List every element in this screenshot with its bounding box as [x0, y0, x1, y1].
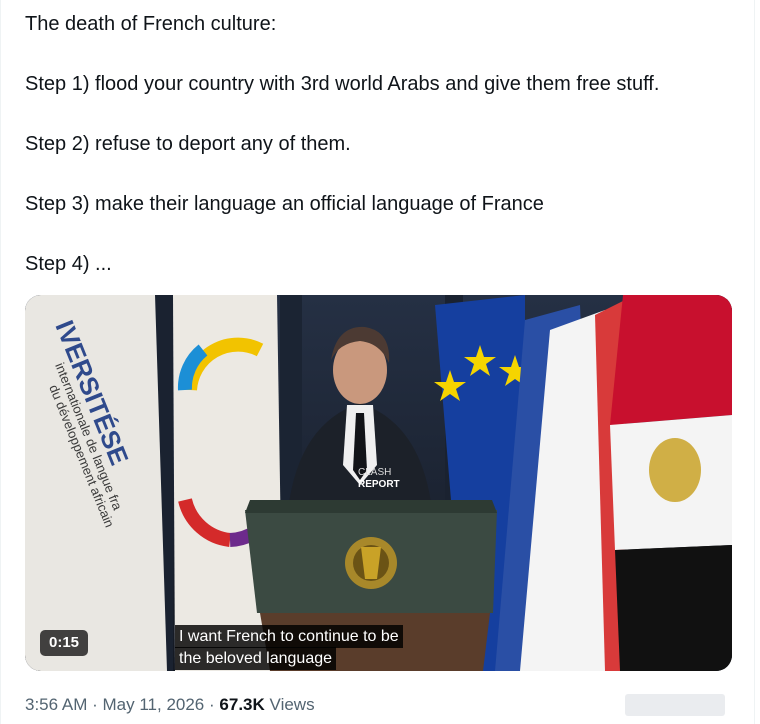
video-frame: IVERSITÉSE internationale de langue fra …	[25, 295, 732, 671]
watermark-overlay	[625, 694, 725, 716]
card-border-left	[0, 0, 1, 724]
tweet-line-step2: Step 2) refuse to deport any of them.	[25, 133, 351, 155]
post-time[interactable]: 3:56 AM	[25, 695, 87, 714]
tweet-line-step1: Step 1) flood your country with 3rd worl…	[25, 73, 660, 95]
video-duration-badge: 0:15	[40, 630, 89, 656]
video-player[interactable]: IVERSITÉSE internationale de langue fra …	[25, 295, 732, 671]
views-label: Views	[269, 695, 315, 714]
caption-line-1: I want French to continue to be	[175, 625, 403, 648]
logo-text-top: CLASH	[358, 467, 391, 478]
tweet-line-title: The death of French culture:	[25, 13, 277, 35]
meta-separator: ·	[92, 695, 98, 714]
meta-separator: ·	[209, 695, 215, 714]
tweet-line-step3: Step 3) make their language an official …	[25, 193, 544, 215]
egypt-flag	[610, 295, 732, 671]
post-date[interactable]: May 11, 2026	[103, 695, 205, 714]
caption-line-2: the beloved language	[175, 647, 337, 670]
views-count: 67.3K	[219, 695, 265, 714]
card-border-right	[754, 0, 755, 724]
logo-text-bottom: REPORT	[358, 479, 400, 490]
university-banner: IVERSITÉSE internationale de langue fra …	[25, 295, 167, 671]
tweet-line-step4: Step 4) ...	[25, 253, 112, 275]
tweet-metadata: 3:56 AM · May 11, 2026 · 67.3K Views	[25, 694, 315, 716]
